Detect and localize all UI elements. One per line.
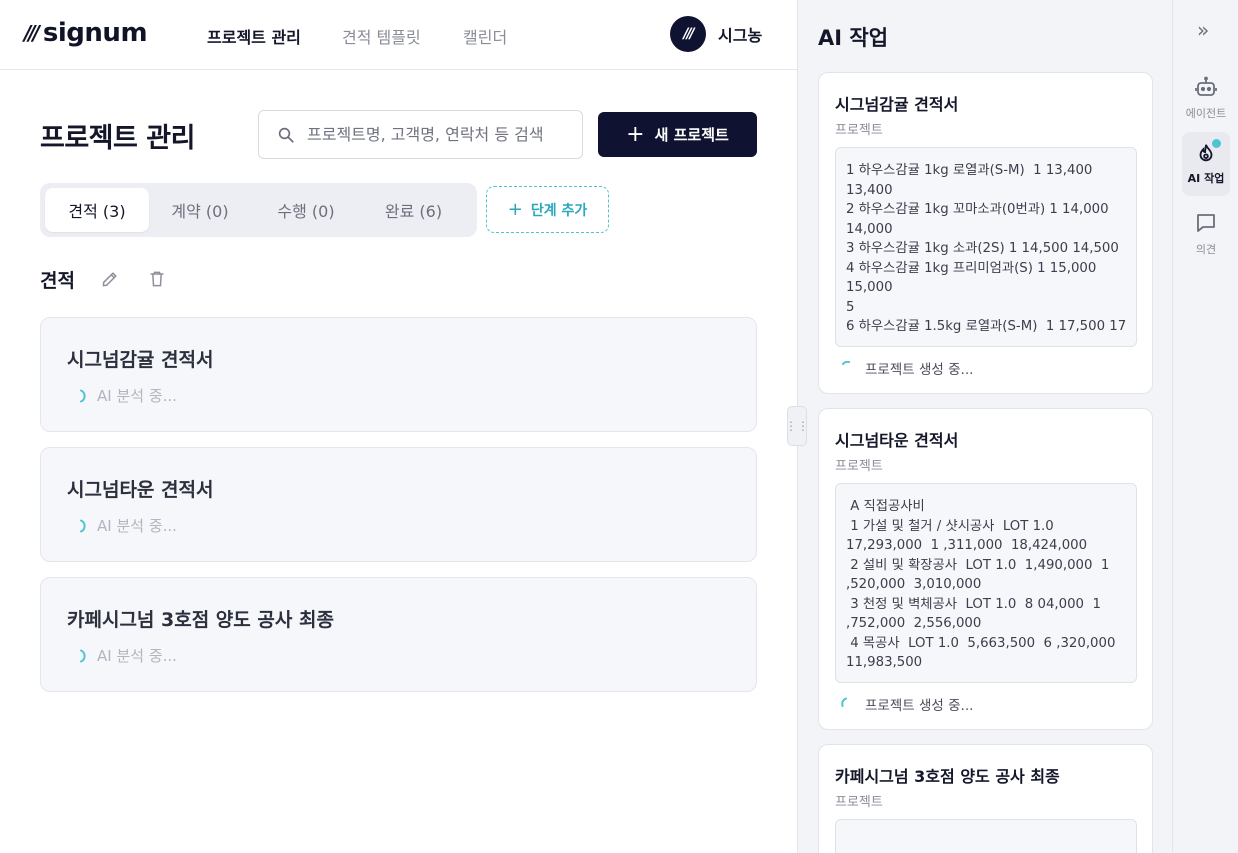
tab-in-progress[interactable]: 수행 (0): [251, 188, 361, 232]
loading-spinner-icon: [842, 361, 850, 365]
chat-bubble-icon: [1197, 214, 1215, 232]
project-card-title: 시그넘감귤 견적서: [67, 349, 214, 371]
avatar: ///: [670, 16, 706, 52]
ai-task-card[interactable]: 카페시그넘 3호점 양도 공사 최종 프로젝트: [818, 744, 1153, 853]
ai-task-extracted-text: [835, 819, 1137, 853]
user-menu[interactable]: /// 시그농: [670, 16, 762, 52]
edit-icon[interactable]: [100, 268, 120, 290]
stage-title: 견적: [40, 270, 75, 292]
rail-item-label: 에이전트: [1185, 107, 1227, 120]
ai-task-title: 시그넘타운 견적서: [835, 431, 959, 450]
new-project-label: 새 프로젝트: [654, 126, 729, 144]
ai-task-card[interactable]: 시그넘감귤 견적서 프로젝트 1 하우스감귤 1kg 로열과(S-M) 1 13…: [818, 72, 1153, 394]
nav-calendar[interactable]: 캘린더: [463, 24, 507, 48]
ai-task-progress-text: 프로젝트 생성 중...: [865, 698, 974, 714]
plus-icon: +: [626, 121, 645, 147]
project-card[interactable]: 시그넘타운 견적서 AI 분석 중...: [40, 447, 757, 562]
project-card-title: 시그넘타운 견적서: [67, 479, 214, 501]
rail-item-agent[interactable]: 에이전트: [1182, 66, 1230, 130]
robot-icon: [1195, 76, 1217, 96]
drag-grip-icon: ⋮⋮: [785, 419, 809, 433]
ai-task-extracted-text: 1 하우스감귤 1kg 로열과(S-M) 1 13,400 13,400 2 하…: [835, 147, 1137, 347]
top-navbar: /// signum 프로젝트 관리 견적 템플릿 캘린더 /// 시그농: [0, 0, 797, 70]
search-box[interactable]: [258, 110, 583, 159]
ai-task-progress: 프로젝트 생성 중...: [841, 694, 973, 714]
new-project-button[interactable]: + 새 프로젝트: [598, 112, 757, 157]
nav-project-management[interactable]: 프로젝트 관리: [207, 24, 301, 48]
project-card-status: AI 분석 중...: [77, 515, 177, 536]
collapse-panel-icon[interactable]: »: [1197, 18, 1209, 42]
add-stage-button[interactable]: + 단계 추가: [486, 186, 609, 233]
rail-item-feedback[interactable]: 의견: [1182, 202, 1230, 266]
ai-task-title: 시그넘감귤 견적서: [835, 95, 959, 114]
project-card-status: AI 분석 중...: [77, 645, 177, 666]
loading-spinner-icon: [841, 697, 847, 707]
project-card-status-text: AI 분석 중...: [97, 647, 177, 665]
project-card-status: AI 분석 중...: [77, 385, 177, 406]
tab-estimate[interactable]: 견적 (3): [45, 188, 149, 232]
ai-task-progress: 프로젝트 생성 중...: [841, 358, 973, 378]
project-card-status-text: AI 분석 중...: [97, 517, 177, 535]
loading-spinner-icon: [80, 649, 86, 662]
rail-item-label: AI 작업: [1187, 172, 1225, 185]
ai-task-subtitle: 프로젝트: [835, 123, 883, 138]
page-title: 프로젝트 관리: [40, 123, 195, 154]
ai-task-card[interactable]: 시그넘타운 견적서 프로젝트 A 직접공사비 1 가설 및 철거 / 샷시공사 …: [818, 408, 1153, 730]
tab-completed[interactable]: 완료 (6): [361, 188, 466, 232]
nav-estimate-template[interactable]: 견적 템플릿: [342, 24, 421, 48]
loading-spinner-icon: [80, 519, 86, 532]
project-card-status-text: AI 분석 중...: [97, 387, 177, 405]
ai-task-panel: AI 작업 시그넘감귤 견적서 프로젝트 1 하우스감귤 1kg 로열과(S-M…: [797, 0, 1172, 853]
project-card[interactable]: 카페시그넘 3호점 양도 공사 최종 AI 분석 중...: [40, 577, 757, 692]
ai-task-progress-text: 프로젝트 생성 중...: [865, 362, 974, 378]
rail-item-label: 의견: [1195, 243, 1217, 256]
ai-task-subtitle: 프로젝트: [835, 795, 883, 810]
search-icon: [278, 127, 294, 143]
ai-task-extracted-text: A 직접공사비 1 가설 및 철거 / 샷시공사 LOT 1.0 17,293,…: [835, 483, 1137, 683]
project-card-title: 카페시그넘 3호점 양도 공사 최종: [67, 609, 334, 631]
brand-logo[interactable]: /// signum: [24, 18, 148, 48]
panel-resize-handle[interactable]: ⋮⋮: [785, 406, 809, 446]
loading-spinner-icon: [80, 389, 86, 402]
notification-dot: [1212, 139, 1221, 148]
ai-task-subtitle: 프로젝트: [835, 459, 883, 474]
stage-tabs: 견적 (3) 계약 (0) 수행 (0) 완료 (6): [40, 183, 477, 237]
ai-task-title: 카페시그넘 3호점 양도 공사 최종: [835, 767, 1060, 786]
add-stage-label: 단계 추가: [530, 202, 588, 219]
logo-mark-icon: ///: [24, 21, 40, 45]
user-name: 시그농: [718, 26, 763, 45]
ai-panel-title: AI 작업: [818, 26, 889, 50]
tab-contract[interactable]: 계약 (0): [149, 188, 251, 232]
plus-icon: +: [507, 199, 523, 220]
search-input[interactable]: [307, 125, 567, 144]
right-icon-rail: » 에이전트 AI 작업 의견: [1172, 0, 1238, 853]
main-area: /// signum 프로젝트 관리 견적 템플릿 캘린더 /// 시그농 프로…: [0, 0, 797, 853]
trash-icon[interactable]: [147, 268, 167, 290]
rail-item-ai-task[interactable]: AI 작업: [1182, 132, 1230, 196]
project-card[interactable]: 시그넘감귤 견적서 AI 분석 중...: [40, 317, 757, 432]
logo-text: signum: [42, 18, 148, 48]
